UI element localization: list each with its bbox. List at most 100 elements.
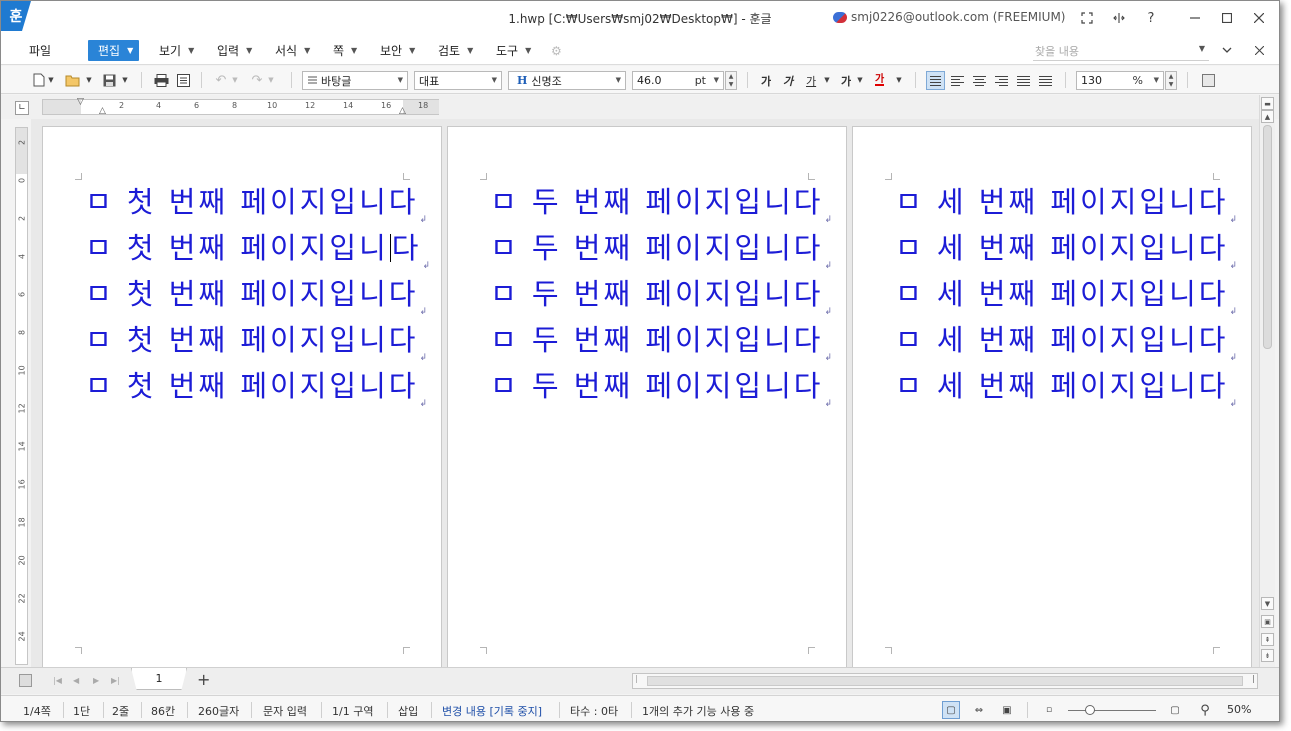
- help-icon[interactable]: ?: [1139, 7, 1163, 29]
- new-document-icon[interactable]: [31, 70, 47, 90]
- scrollbar-thumb[interactable]: [1263, 125, 1272, 349]
- chevron-down-icon[interactable]: ▼: [267, 70, 275, 90]
- close-icon[interactable]: [1247, 7, 1271, 29]
- next-page-icon[interactable]: ⇟: [1261, 649, 1274, 662]
- text-line[interactable]: ㅁ 두 번째 페이지입니다↲: [490, 225, 832, 271]
- page-view-button[interactable]: ▢: [942, 701, 960, 719]
- document-area[interactable]: ㅁ 첫 번째 페이지입니다↲ ㅁ 첫 번째 페이지입니 다↲ ㅁ 첫 번째 페이지…: [31, 119, 1259, 667]
- fit-page-button[interactable]: ▣: [998, 701, 1016, 719]
- maximize-icon[interactable]: [1215, 7, 1239, 29]
- align-justify-button[interactable]: [926, 71, 945, 90]
- chevron-down-icon[interactable]: ▼: [823, 70, 831, 90]
- font-color-button[interactable]: 가: [875, 71, 885, 86]
- underline-button[interactable]: 가: [806, 71, 816, 90]
- scroll-right-icon[interactable]: |: [1252, 674, 1255, 683]
- align-center-button[interactable]: [970, 71, 989, 90]
- toolbox-toggle-icon[interactable]: [1199, 70, 1217, 90]
- text-line[interactable]: ㅁ 세 번째 페이지입니다↲: [895, 179, 1237, 225]
- zoom-magnifier-icon[interactable]: ⚲: [1196, 701, 1214, 719]
- chevron-down-icon[interactable]: ▼: [1199, 44, 1205, 53]
- prev-tab-icon[interactable]: ◀: [73, 676, 79, 685]
- fit-width-button[interactable]: ⇔: [970, 701, 988, 719]
- horizontal-scrollbar[interactable]: | |: [632, 673, 1258, 689]
- strike-button[interactable]: 가: [841, 71, 851, 90]
- page-view-icon[interactable]: ▣: [1261, 615, 1274, 628]
- scroll-top-icon[interactable]: ▬: [1261, 97, 1274, 110]
- tab-list-icon[interactable]: [19, 674, 32, 687]
- text-line-with-caret[interactable]: ㅁ 첫 번째 페이지입니 다↲: [85, 225, 430, 271]
- style-select[interactable]: 바탕글 ▼: [302, 71, 408, 90]
- find-input[interactable]: 찾을 내용 ▼: [1033, 41, 1209, 61]
- arrow-up-icon[interactable]: ▲: [1169, 73, 1174, 80]
- horizontal-ruler[interactable]: 2 4 6 8 10 12 14 16 18 ▽ △ △: [42, 97, 439, 116]
- restore-fullscreen-icon[interactable]: [1075, 7, 1099, 29]
- preview-icon[interactable]: [174, 70, 192, 90]
- zoom-slider-track[interactable]: [1068, 710, 1156, 711]
- undo-icon[interactable]: ↶: [213, 70, 229, 90]
- first-tab-icon[interactable]: |◀: [53, 676, 62, 685]
- status-track-changes[interactable]: 변경 내용 [기록 중지]: [442, 703, 542, 719]
- text-line[interactable]: ㅁ 세 번째 페이지입니다↲: [895, 317, 1237, 363]
- scroll-up-icon[interactable]: ▲: [1261, 110, 1274, 123]
- next-tab-icon[interactable]: ▶: [93, 676, 99, 685]
- chevron-down-icon[interactable]: ▼: [895, 70, 903, 90]
- page-1[interactable]: ㅁ 첫 번째 페이지입니다↲ ㅁ 첫 번째 페이지입니 다↲ ㅁ 첫 번째 페이지…: [43, 127, 441, 667]
- split-icon[interactable]: [1107, 7, 1131, 29]
- page-3[interactable]: ㅁ 세 번째 페이지입니다↲ ㅁ 세 번째 페이지입니다↲ ㅁ 세 번째 페이지…: [853, 127, 1251, 667]
- status-insert-mode[interactable]: 삽입: [398, 703, 418, 719]
- text-line[interactable]: ㅁ 첫 번째 페이지입니다↲: [85, 271, 427, 317]
- redo-icon[interactable]: ↷: [249, 70, 265, 90]
- text-line[interactable]: ㅁ 첫 번째 페이지입니다↲: [85, 363, 427, 409]
- left-margin-marker-icon[interactable]: △: [99, 106, 106, 116]
- scrollbar-thumb[interactable]: [647, 676, 1243, 686]
- italic-button[interactable]: 가: [783, 71, 793, 90]
- chevron-down-icon[interactable]: ▼: [85, 70, 93, 90]
- add-tab-button[interactable]: +: [197, 670, 210, 689]
- menu-security[interactable]: 보안 ▼: [376, 40, 419, 61]
- menu-insert[interactable]: 입력 ▼: [213, 40, 256, 61]
- text-line[interactable]: ㅁ 두 번째 페이지입니다↲: [490, 317, 832, 363]
- text-line[interactable]: ㅁ 세 번째 페이지입니다↲: [895, 225, 1237, 271]
- menu-tools[interactable]: 도구 ▼: [492, 40, 535, 61]
- account-badge[interactable]: smj0226@outlook.com (FREEMIUM): [833, 10, 1066, 24]
- page-2[interactable]: ㅁ 두 번째 페이지입니다↲ ㅁ 두 번째 페이지입니다↲ ㅁ 두 번째 페이지…: [448, 127, 846, 667]
- align-divide-button[interactable]: [1036, 71, 1055, 90]
- prev-page-icon[interactable]: ⇞: [1261, 633, 1274, 646]
- chevron-down-icon[interactable]: ▼: [231, 70, 239, 90]
- menu-page[interactable]: 쪽 ▼: [329, 40, 361, 61]
- text-line[interactable]: ㅁ 세 번째 페이지입니다↲: [895, 271, 1237, 317]
- text-line[interactable]: ㅁ 두 번째 페이지입니다↲: [490, 179, 832, 225]
- font-size-stepper[interactable]: ▲ ▼: [725, 71, 737, 90]
- status-page[interactable]: 1/4쪽: [23, 703, 51, 719]
- minimize-icon[interactable]: [1183, 7, 1207, 29]
- align-right-button[interactable]: [992, 71, 1011, 90]
- text-line[interactable]: ㅁ 두 번째 페이지입니다↲: [490, 271, 832, 317]
- align-distribute-button[interactable]: [1014, 71, 1033, 90]
- arrow-up-icon[interactable]: ▲: [729, 73, 734, 80]
- last-tab-icon[interactable]: ▶|: [111, 676, 120, 685]
- status-zoom[interactable]: 50%: [1227, 703, 1251, 716]
- zoom-stepper[interactable]: ▲ ▼: [1165, 71, 1177, 90]
- tab-type-icon[interactable]: ∟: [15, 101, 29, 115]
- vertical-scrollbar[interactable]: ▬ ▲ ▼ ▣ ⇞ ⇟: [1259, 95, 1275, 667]
- vertical-ruler[interactable]: 2 0 2 4 6 8 10 12 14 16 18 20 22 24: [15, 127, 28, 665]
- chevron-down-icon[interactable]: ▼: [47, 70, 55, 90]
- close-doc-icon[interactable]: [1247, 39, 1271, 61]
- document-tab[interactable]: 1: [131, 668, 187, 690]
- text-line[interactable]: ㅁ 세 번째 페이지입니다↲: [895, 363, 1237, 409]
- menu-format[interactable]: 서식 ▼: [271, 40, 314, 61]
- font-size-input[interactable]: 46.0 pt ▼: [632, 71, 724, 90]
- save-icon[interactable]: [101, 70, 117, 90]
- bold-button[interactable]: 가: [761, 71, 771, 90]
- scroll-down-icon[interactable]: ▼: [1261, 597, 1274, 610]
- align-left-button[interactable]: [948, 71, 967, 90]
- zoom-in-icon[interactable]: ▢: [1166, 701, 1184, 719]
- menu-review[interactable]: 검토 ▼: [434, 40, 477, 61]
- menu-file[interactable]: 파일: [25, 40, 55, 61]
- scroll-left-icon[interactable]: |: [635, 674, 638, 683]
- chevron-down-icon[interactable]: ▼: [121, 70, 129, 90]
- text-line[interactable]: ㅁ 첫 번째 페이지입니다↲: [85, 179, 427, 225]
- zoom-input[interactable]: 130 % ▼: [1076, 71, 1164, 90]
- addon-icon[interactable]: ⚙: [547, 40, 566, 61]
- open-folder-icon[interactable]: [64, 70, 82, 90]
